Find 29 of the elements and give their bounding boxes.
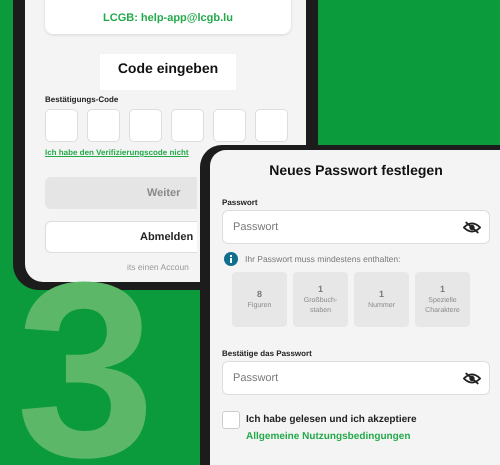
- terms-checkbox[interactable]: [222, 411, 240, 429]
- eye-off-icon[interactable]: [463, 220, 481, 235]
- requirement-count: 8: [256, 288, 262, 299]
- code-digit-field[interactable]: [213, 109, 246, 142]
- requirement-count: 1: [378, 288, 384, 299]
- eye-off-icon[interactable]: [463, 371, 481, 386]
- logout-button[interactable]: Abmelden: [45, 221, 197, 253]
- code-digit-field[interactable]: [45, 109, 78, 142]
- code-digit-field[interactable]: [255, 109, 288, 142]
- field-label: Bestätige das Passwort: [222, 349, 313, 358]
- requirement-count: 1: [440, 284, 445, 294]
- password-field[interactable]: Passwort: [222, 210, 490, 244]
- code-digit-field[interactable]: [129, 109, 162, 142]
- password-hint: Ihr Passwort muss mindestens enthalten:: [245, 254, 400, 264]
- screen-title: Code eingeben: [118, 60, 218, 76]
- confirm-password-field[interactable]: Passwort: [222, 361, 490, 395]
- resend-code-link[interactable]: Ich habe den Verifizierungscode nicht: [45, 148, 189, 157]
- terms-text: Ich habe gelesen und ich akzeptiere: [246, 414, 417, 425]
- field-label: Passwort: [222, 198, 259, 207]
- step-number: 3: [16, 277, 156, 463]
- support-email-link[interactable]: LCGB: help-app@lcgb.lu: [103, 12, 233, 24]
- field-label: Bestätigungs-Code: [45, 95, 120, 104]
- account-hint-text: its einen Accoun: [127, 262, 189, 272]
- requirement-count: 1: [318, 284, 323, 294]
- info-icon: [224, 252, 238, 266]
- code-digit-field[interactable]: [171, 109, 204, 142]
- code-digit-field[interactable]: [87, 109, 120, 142]
- terms-link[interactable]: Allgemeine Nutzungsbedingungen: [246, 431, 417, 442]
- screen-title: Neues Passwort festlegen: [269, 162, 443, 178]
